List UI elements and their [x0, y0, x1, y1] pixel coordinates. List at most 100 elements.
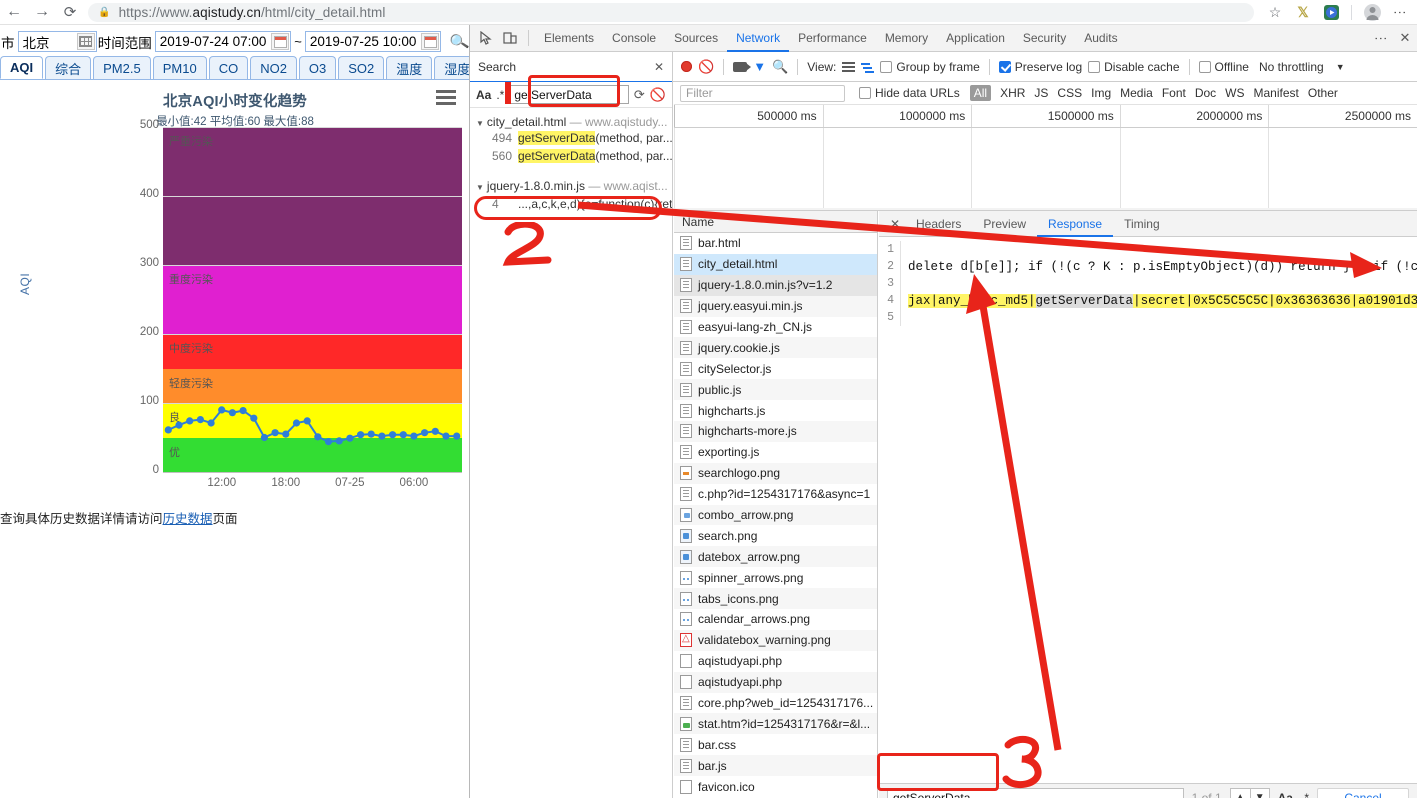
chevron-down-icon[interactable]: ▼ — [1336, 62, 1345, 72]
data-point[interactable] — [292, 419, 301, 427]
tab-timing[interactable]: Timing — [1113, 211, 1171, 237]
extension-play-icon[interactable] — [1318, 0, 1344, 25]
request-row[interactable]: spinner_arrows.png — [674, 567, 877, 588]
filter-type-all[interactable]: All — [969, 85, 992, 101]
request-row[interactable]: favicon.ico — [674, 776, 877, 797]
data-point[interactable] — [431, 427, 439, 435]
request-row[interactable]: aqistudyapi.php — [674, 671, 877, 693]
search-result-group[interactable]: ▼ jquery-1.8.0.min.js — www.aqist... — [470, 165, 672, 193]
request-row[interactable]: jquery.easyui.min.js — [674, 295, 877, 317]
camera-screenshot-icon[interactable] — [733, 61, 752, 72]
calendar-icon[interactable] — [271, 33, 290, 50]
data-point[interactable] — [453, 432, 461, 440]
search-match-row[interactable]: 494 getServerData(method, par... — [470, 129, 672, 147]
data-point[interactable] — [303, 417, 311, 425]
tab-zonghe[interactable]: 综合 — [45, 56, 92, 79]
filter-type-ws[interactable]: WS — [1225, 86, 1244, 100]
kebab-menu-icon[interactable]: ⋮ — [1387, 0, 1413, 25]
data-point[interactable] — [218, 406, 226, 414]
request-row[interactable]: citySelector.js — [674, 358, 877, 379]
tab-application[interactable]: Application — [937, 25, 1014, 52]
request-row[interactable]: datebox_arrow.png — [674, 546, 877, 568]
data-point[interactable] — [239, 407, 247, 415]
tab-no2[interactable]: NO2 — [250, 56, 297, 79]
tab-elements[interactable]: Elements — [535, 25, 603, 52]
magnifier-icon[interactable]: 🔍 — [449, 31, 469, 53]
throttling-select[interactable]: No throttling — [1259, 60, 1324, 74]
cancel-button[interactable]: Cancel — [1317, 787, 1409, 798]
request-row[interactable]: city_detail.html — [674, 253, 877, 275]
filter-type-doc[interactable]: Doc — [1195, 86, 1216, 100]
request-row[interactable]: searchlogo.png — [674, 462, 877, 484]
data-point[interactable] — [250, 414, 258, 422]
filter-type-font[interactable]: Font — [1162, 86, 1186, 100]
request-row[interactable]: public.js — [674, 379, 877, 401]
tab-humidity[interactable]: 湿度 — [434, 56, 469, 79]
data-point[interactable] — [260, 433, 268, 442]
request-list-header[interactable]: Name — [674, 211, 877, 233]
filter-input[interactable]: Filter — [680, 84, 845, 102]
data-point[interactable] — [228, 409, 236, 417]
request-row[interactable]: combo_arrow.png — [674, 504, 877, 526]
back-arrow-icon[interactable]: ← — [0, 0, 28, 25]
regex-dot-star-icon[interactable]: .* — [1301, 791, 1309, 798]
request-row[interactable]: jquery.cookie.js — [674, 337, 877, 359]
data-point[interactable] — [421, 429, 429, 437]
clear-no-entry-icon[interactable]: 🚫 — [698, 59, 714, 75]
network-overview-graph[interactable] — [674, 128, 1417, 208]
data-point[interactable] — [175, 421, 183, 429]
date-from-input[interactable]: 2019-07-24 07:00 — [154, 31, 292, 52]
tab-memory[interactable]: Memory — [876, 25, 937, 52]
tab-sources[interactable]: Sources — [665, 25, 727, 52]
request-row[interactable]: exporting.js — [674, 442, 877, 463]
search-match-row[interactable]: 560 getServerData(method, par... — [470, 147, 672, 165]
city-picker-icon[interactable] — [76, 33, 95, 50]
funnel-filter-icon[interactable]: ▼ — [753, 59, 766, 74]
data-point[interactable] — [399, 431, 407, 439]
data-point[interactable] — [186, 417, 194, 425]
data-point[interactable] — [410, 432, 418, 440]
city-input[interactable]: 北京 — [17, 31, 97, 52]
request-row[interactable]: jquery-1.8.0.min.js?v=1.2 — [674, 274, 877, 296]
waterfall-view-icon[interactable] — [861, 62, 875, 73]
filter-type-media[interactable]: Media — [1120, 86, 1153, 100]
regex-dot-star-icon[interactable]: .* — [496, 88, 504, 102]
kebab-menu-icon[interactable]: ⋮ — [1369, 26, 1393, 50]
tab-network[interactable]: Network — [727, 25, 789, 52]
data-point[interactable] — [207, 419, 215, 427]
request-row[interactable]: calendar_arrows.png — [674, 609, 877, 630]
inspect-element-icon[interactable] — [474, 26, 498, 50]
tab-response[interactable]: Response — [1037, 211, 1113, 237]
refresh-icon[interactable]: ⟳ — [634, 87, 645, 103]
chevron-down-icon[interactable]: ▼ — [1249, 788, 1270, 798]
findbar-input[interactable]: getServerData — [887, 788, 1184, 798]
data-point[interactable] — [367, 430, 375, 438]
request-row[interactable]: c.php?id=1254317176&async=1 — [674, 484, 877, 505]
request-row[interactable]: bar.js — [674, 755, 877, 777]
data-point[interactable] — [389, 431, 397, 439]
data-point[interactable] — [314, 433, 322, 441]
match-case-aa-icon[interactable]: Aa — [1278, 791, 1293, 798]
data-point[interactable] — [282, 430, 290, 438]
request-row[interactable]: highcharts.js — [674, 400, 877, 421]
chevron-down-icon[interactable]: ▼ — [476, 183, 484, 192]
match-case-aa-icon[interactable]: Aa — [476, 88, 491, 102]
history-data-link[interactable]: 历史数据 — [163, 512, 213, 526]
request-row[interactable]: easyui-lang-zh_CN.js — [674, 317, 877, 338]
preserve-log-checkbox[interactable]: Preserve log — [998, 60, 1082, 74]
data-point[interactable] — [324, 438, 333, 446]
device-toolbar-icon[interactable] — [498, 26, 522, 50]
tab-preview[interactable]: Preview — [972, 211, 1037, 237]
tab-pm10[interactable]: PM10 — [152, 56, 207, 79]
request-row[interactable]: bar.css — [674, 734, 877, 755]
data-point[interactable] — [335, 437, 343, 445]
offline-checkbox[interactable]: Offline — [1198, 60, 1249, 74]
hide-data-urls-checkbox[interactable]: Hide data URLs — [859, 86, 960, 100]
calendar-icon[interactable] — [421, 33, 440, 50]
filter-type-img[interactable]: Img — [1091, 86, 1111, 100]
filter-type-manifest[interactable]: Manifest — [1254, 86, 1299, 100]
request-row[interactable]: highcharts-more.js — [674, 421, 877, 442]
request-row[interactable]: validatebox_warning.png — [674, 629, 877, 651]
request-row[interactable]: aqistudyapi.php — [674, 651, 877, 672]
request-row[interactable]: bar.html — [674, 233, 877, 254]
